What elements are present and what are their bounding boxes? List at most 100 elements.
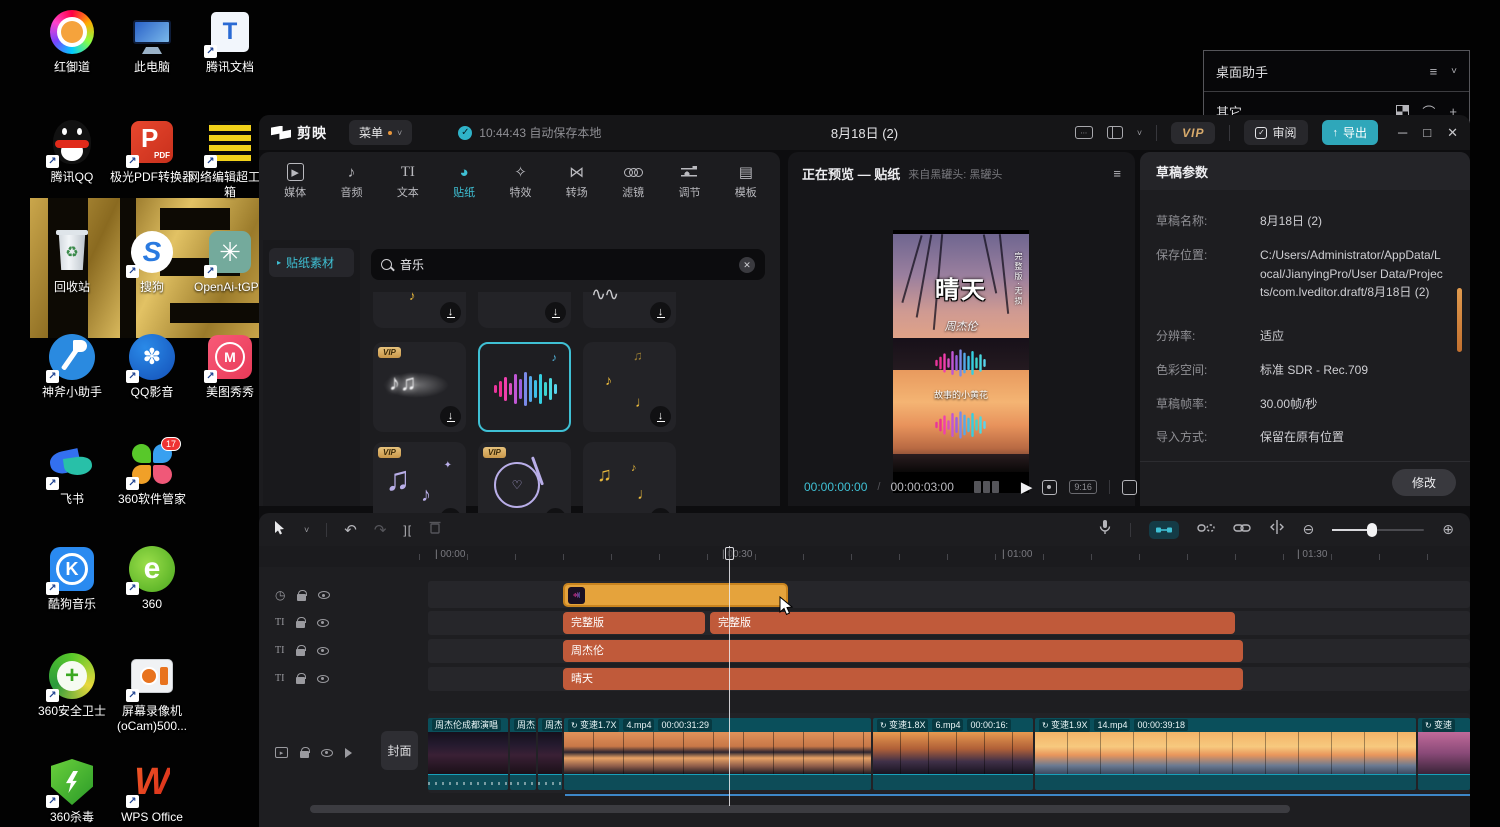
play-button[interactable]: ▶ — [1021, 478, 1033, 496]
zoom-in-icon[interactable]: ⊕ — [1442, 521, 1454, 538]
lock-icon[interactable] — [300, 751, 309, 758]
desktop-icon-360-browser[interactable]: e↗ 360 — [106, 545, 198, 612]
lock-icon[interactable] — [297, 594, 306, 601]
chevron-down-icon[interactable]: ˅ — [1137, 128, 1142, 138]
playhead-handle[interactable] — [725, 547, 734, 560]
assistant-header[interactable]: 桌面助手 ≡ ˅ — [1204, 51, 1469, 91]
text-clip[interactable]: 晴天 — [563, 668, 1243, 690]
clear-search-icon[interactable]: ✕ — [739, 257, 755, 273]
download-icon[interactable]: ↓ — [440, 406, 461, 427]
video-clip-6[interactable]: 变速1.9X 14.mp4 00:00:39:18 — [1035, 718, 1416, 790]
tab-sticker[interactable]: ◕贴纸 — [436, 158, 492, 207]
visibility-icon[interactable] — [321, 749, 333, 757]
export-button[interactable]: ↑ 导出 — [1322, 120, 1379, 145]
chevron-down-icon[interactable]: ˅ — [304, 525, 309, 535]
select-tool-icon[interactable] — [273, 520, 287, 540]
video-clip-3[interactable]: 周杰 — [538, 718, 562, 790]
menu-icon[interactable]: ≡ — [1430, 64, 1438, 79]
video-clip-2[interactable]: 周杰 — [510, 718, 536, 790]
visibility-icon[interactable] — [317, 647, 329, 655]
tab-audio[interactable]: ♪音频 — [323, 158, 379, 207]
sticker-item[interactable]: ∿∿ ↓ — [583, 292, 676, 328]
video-clip-7[interactable]: 变速 — [1418, 718, 1470, 790]
zoom-out-icon[interactable]: ⊖ — [1303, 521, 1315, 538]
desktop-icon-ocam[interactable]: ↗ 屏幕录像机(oCam)500... — [106, 652, 198, 734]
video-clip-4[interactable]: 变速1.7X 4.mp4 00:00:31:29 — [564, 718, 871, 790]
desktop-icon-tencent-docs[interactable]: T↗ 腾讯文档 — [184, 8, 276, 75]
desktop-icon-360-antivirus[interactable]: ↗ 360杀毒 — [26, 758, 118, 825]
lock-icon[interactable] — [296, 677, 305, 684]
close-button[interactable]: ✕ — [1447, 125, 1458, 141]
desktop-icon-feishu[interactable]: ↗ 飞书 — [26, 440, 118, 507]
link-icon[interactable] — [1233, 521, 1251, 539]
desktop-icon-360-safe[interactable]: +↗ 360安全卫士 — [26, 652, 118, 719]
visibility-icon[interactable] — [317, 619, 329, 627]
audio-mute-icon[interactable] — [345, 748, 357, 758]
captions-icon[interactable]: ⋯ — [1075, 126, 1093, 139]
vip-button[interactable]: VIP — [1171, 122, 1215, 144]
visibility-icon[interactable] — [318, 591, 330, 599]
menu-button[interactable]: 菜单 ˅ — [349, 120, 412, 145]
preview-quality-icon[interactable] — [1042, 480, 1057, 495]
desktop-icon-360-manager[interactable]: 17↗ 360软件管家 — [106, 440, 198, 507]
tab-media[interactable]: ▸媒体 — [267, 158, 323, 207]
sticker-clip-selected[interactable] — [563, 583, 788, 607]
chevron-down-icon[interactable]: ˅ — [1451, 66, 1457, 77]
text-clip[interactable]: 周杰伦 — [563, 640, 1243, 662]
timeline-ruler[interactable]: 00:00 00:30 01:00 01:30 — [259, 546, 1470, 567]
sticker-item[interactable]: ↓ — [478, 292, 571, 328]
desktop-icon-qq[interactable]: ↗ 腾讯QQ — [26, 118, 118, 185]
aspect-ratio-button[interactable]: 9:16 — [1069, 480, 1097, 494]
desktop-icon-hongyudao[interactable]: 红御道 — [26, 8, 118, 75]
desktop-icon-shenfu-helper[interactable]: ↗ 神斧小助手 — [26, 333, 118, 400]
undo-icon[interactable]: ↶ — [344, 521, 357, 539]
sidebar-item-sticker-material[interactable]: ▸ 贴纸素材 — [269, 248, 354, 277]
playhead[interactable] — [729, 546, 730, 806]
cover-button[interactable]: 封面 — [381, 731, 418, 770]
split-track-icon[interactable] — [1269, 520, 1285, 539]
timeline-zoom-slider[interactable] — [1332, 529, 1424, 531]
review-button[interactable]: ✓ 审阅 — [1244, 120, 1307, 145]
audio-track-strip[interactable] — [565, 794, 1470, 796]
search-input[interactable]: 音乐 ✕ — [371, 249, 765, 280]
tab-text[interactable]: TI文本 — [380, 158, 436, 207]
maximize-button[interactable]: □ — [1423, 125, 1431, 141]
slider-thumb[interactable] — [1367, 523, 1377, 537]
download-icon[interactable]: ↓ — [650, 406, 671, 427]
visibility-icon[interactable] — [317, 675, 329, 683]
sticker-item-yellow-notes[interactable]: ♫ ♪ ♩ ↓ — [583, 342, 676, 432]
desktop-icon-wps[interactable]: W↗ WPS Office — [106, 758, 198, 825]
download-icon[interactable]: ↓ — [440, 302, 461, 323]
tab-filters[interactable]: 滤镜 — [605, 158, 661, 207]
tab-transitions[interactable]: ⋈转场 — [549, 158, 605, 207]
unlink-icon[interactable] — [1197, 521, 1215, 539]
download-icon[interactable]: ↓ — [545, 302, 566, 323]
desktop-icon-kugou[interactable]: K↗ 酷狗音乐 — [26, 545, 118, 612]
video-preview[interactable]: 晴天 周杰伦 完整版·无损 故事的小黄花 — [893, 230, 1029, 493]
tab-templates[interactable]: ▤模板 — [718, 158, 774, 207]
lock-icon[interactable] — [296, 649, 305, 656]
record-voiceover-icon[interactable] — [1098, 519, 1112, 540]
sticker-item[interactable]: ♪ ↓ — [373, 292, 466, 328]
fullscreen-icon[interactable] — [1122, 480, 1137, 495]
tab-adjust[interactable]: 调节 — [661, 158, 717, 207]
frame-view-icon[interactable] — [974, 481, 999, 493]
sticker-item-spectrum-selected[interactable]: ♪ — [478, 342, 571, 432]
delete-icon[interactable] — [429, 520, 441, 539]
minimize-button[interactable]: ─ — [1398, 125, 1407, 141]
download-icon[interactable]: ↓ — [650, 302, 671, 323]
timeline-horizontal-scrollbar[interactable] — [310, 805, 1290, 813]
redo-icon[interactable]: ↷ — [374, 521, 387, 539]
layout-icon[interactable] — [1107, 126, 1123, 139]
desktop-icon-recycle-bin[interactable]: ♻ 回收站 — [26, 228, 118, 295]
preview-menu-icon[interactable]: ≡ — [1113, 166, 1121, 181]
video-clip-5[interactable]: 变速1.8X 6.mp4 00:00:16: — [873, 718, 1033, 790]
tab-effects[interactable]: ✧特效 — [492, 158, 548, 207]
lock-icon[interactable] — [296, 621, 305, 628]
video-clip-1[interactable]: 周杰伦成都演唱 — [428, 718, 508, 790]
text-clip[interactable]: 完整版 — [563, 612, 705, 634]
sticker-item-vip-smoke-notes[interactable]: VIP ♪♫ ↓ — [373, 342, 466, 432]
panel-scrollbar[interactable] — [1457, 288, 1462, 352]
split-icon[interactable]: ][ — [403, 523, 412, 537]
snap-toggle-icon[interactable] — [1149, 521, 1179, 539]
